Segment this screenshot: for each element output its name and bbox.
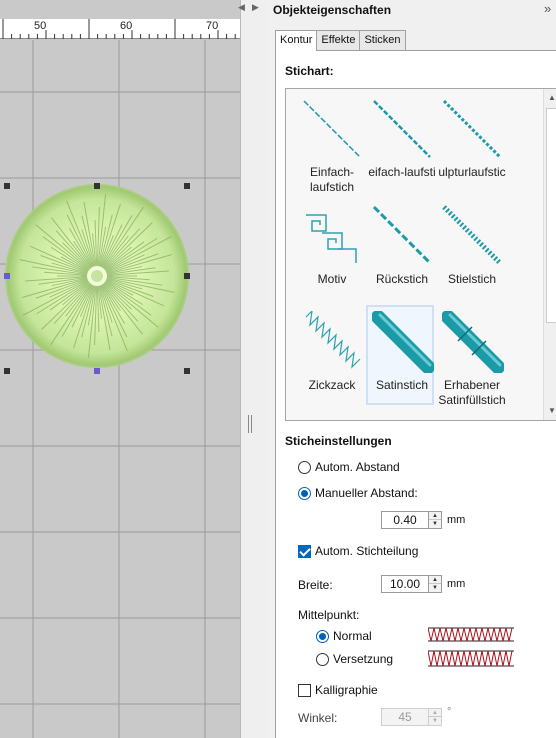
zigzag-stitch-icon <box>305 311 361 369</box>
spacing-spinner[interactable]: ▲ ▼ <box>381 511 442 529</box>
stitch-tile-label: Motiv <box>317 272 347 286</box>
auto-split-checkbox[interactable] <box>298 544 311 558</box>
stitch-tile-sculpture-run[interactable]: ulpturlaufstic <box>438 95 506 195</box>
stitch-type-gallery[interactable]: Einfach- laufstich eifach-laufsti ulptur… <box>285 88 556 421</box>
stitch-tile-raised-satin[interactable]: Erhabener Satinfüllstich <box>438 307 506 407</box>
calligraphy-checkbox[interactable] <box>298 683 311 697</box>
resize-handle <box>4 273 10 279</box>
stitch-tile-label: Stielstich <box>447 272 497 286</box>
center-normal-radio[interactable] <box>316 629 329 643</box>
stitch-tile-satin[interactable]: Satinstich <box>366 305 434 405</box>
manual-spacing-label: Manueller Abstand: <box>315 486 418 500</box>
auto-spacing-radio[interactable] <box>298 460 311 474</box>
spacing-input[interactable] <box>381 511 428 529</box>
calligraphy-label: Kalligraphie <box>315 683 378 697</box>
center-normal-option[interactable]: Normal <box>316 629 372 643</box>
selection-handles[interactable] <box>0 0 240 738</box>
stitch-tile-triple-run[interactable]: eifach-laufsti <box>368 95 436 195</box>
auto-spacing-option[interactable]: Autom. Abstand <box>298 460 400 474</box>
scroll-thumb[interactable] <box>546 108 556 323</box>
spin-down-icon[interactable]: ▼ <box>429 717 441 725</box>
stitch-tile-zigzag[interactable]: Zickzack <box>298 307 366 407</box>
object-properties-panel: Objekteigenschaften » Kontur Effekte Sti… <box>268 0 556 738</box>
width-label: Breite: <box>298 578 333 592</box>
sculpture-run-stitch-icon <box>442 99 502 159</box>
expand-right-icon[interactable]: ▶ <box>252 2 259 13</box>
stitch-tile-single-run[interactable]: Einfach- laufstich <box>298 95 366 195</box>
auto-spacing-label: Autom. Abstand <box>315 460 400 474</box>
normal-zigzag-preview-icon <box>428 627 514 642</box>
center-offset-option[interactable]: Versetzung <box>316 652 393 666</box>
center-offset-radio[interactable] <box>316 652 329 666</box>
stitch-tile-label: Satinstich <box>375 378 429 392</box>
stem-stitch-icon <box>442 205 502 265</box>
tab-sticken[interactable]: Sticken <box>359 30 406 50</box>
triple-run-stitch-icon <box>373 100 431 158</box>
splitter-grip-icon[interactable] <box>248 415 252 433</box>
satin-stitch-icon <box>372 311 434 373</box>
width-unit: mm <box>447 578 466 590</box>
scroll-up-icon[interactable]: ▲ <box>544 89 556 106</box>
spin-up-icon[interactable]: ▲ <box>429 512 441 520</box>
manual-spacing-radio[interactable] <box>298 486 311 500</box>
angle-input[interactable] <box>381 708 428 726</box>
spin-down-icon[interactable]: ▼ <box>429 584 441 592</box>
auto-split-label: Autom. Stichteilung <box>315 544 419 558</box>
resize-handle <box>184 273 190 279</box>
resize-handle <box>94 368 100 374</box>
raised-satin-stitch-icon <box>442 311 504 373</box>
design-canvas[interactable]: 50 60 70 <box>0 0 240 738</box>
center-normal-label: Normal <box>333 629 372 643</box>
resize-handle <box>4 368 10 374</box>
spin-up-icon[interactable]: ▲ <box>429 576 441 584</box>
panel-title: Objekteigenschaften <box>273 3 392 17</box>
manual-spacing-option[interactable]: Manueller Abstand: <box>298 486 418 500</box>
spacing-unit: mm <box>447 514 466 526</box>
auto-split-option[interactable]: Autom. Stichteilung <box>298 544 418 558</box>
stitch-settings-heading: Sticheinstellungen <box>285 434 392 448</box>
angle-label: Winkel: <box>298 711 338 725</box>
stitch-type-heading: Stichart: <box>285 64 334 78</box>
backstitch-icon <box>372 205 432 265</box>
calligraphy-option[interactable]: Kalligraphie <box>298 683 378 697</box>
tab-bar: Kontur Effekte Sticken <box>275 30 406 51</box>
spin-up-icon[interactable]: ▲ <box>429 709 441 717</box>
angle-spinner[interactable]: ▲ ▼ <box>381 708 442 726</box>
panel-collapse-icon[interactable]: » <box>544 1 551 16</box>
motif-stitch-icon <box>306 214 357 263</box>
tab-effekte[interactable]: Effekte <box>316 30 361 50</box>
center-offset-label: Versetzung <box>333 652 394 666</box>
offset-zigzag-preview-icon <box>428 650 514 667</box>
scroll-down-icon[interactable]: ▼ <box>544 402 556 419</box>
resize-handle <box>184 183 190 189</box>
stitch-tile-backstitch[interactable]: Rückstich <box>368 201 436 301</box>
width-input[interactable] <box>381 575 428 593</box>
single-run-stitch-icon <box>303 100 361 158</box>
collapse-left-icon[interactable]: ◀ <box>238 2 245 13</box>
stitch-tile-motif[interactable]: Motiv <box>298 201 366 301</box>
stitch-tile-label: Zickzack <box>308 378 356 392</box>
stitch-tile-label: eifach-laufsti <box>368 165 436 179</box>
stitch-tile-label: Rückstich <box>375 272 428 286</box>
tab-kontur[interactable]: Kontur <box>275 30 318 51</box>
stitch-tile-label: Einfach- laufstich <box>309 165 355 194</box>
stitch-tile-label: Erhabener Satinfüllstich <box>438 378 506 407</box>
angle-unit: ° <box>447 706 452 718</box>
stitch-tile-label: ulpturlaufstic <box>438 165 506 179</box>
gallery-scrollbar[interactable]: ▲ ▼ <box>543 89 556 420</box>
tab-content: Stichart: Einfach- laufstich eifach-lauf… <box>275 50 556 738</box>
resize-handle <box>4 183 10 189</box>
width-spinner[interactable]: ▲ ▼ <box>381 575 442 593</box>
resize-handle <box>184 368 190 374</box>
resize-handle <box>94 183 100 189</box>
spin-down-icon[interactable]: ▼ <box>429 520 441 528</box>
center-point-label: Mittelpunkt: <box>298 608 360 622</box>
stitch-tile-stem[interactable]: Stielstich <box>438 201 506 301</box>
panel-splitter[interactable]: ◀ ▶ <box>238 0 268 738</box>
